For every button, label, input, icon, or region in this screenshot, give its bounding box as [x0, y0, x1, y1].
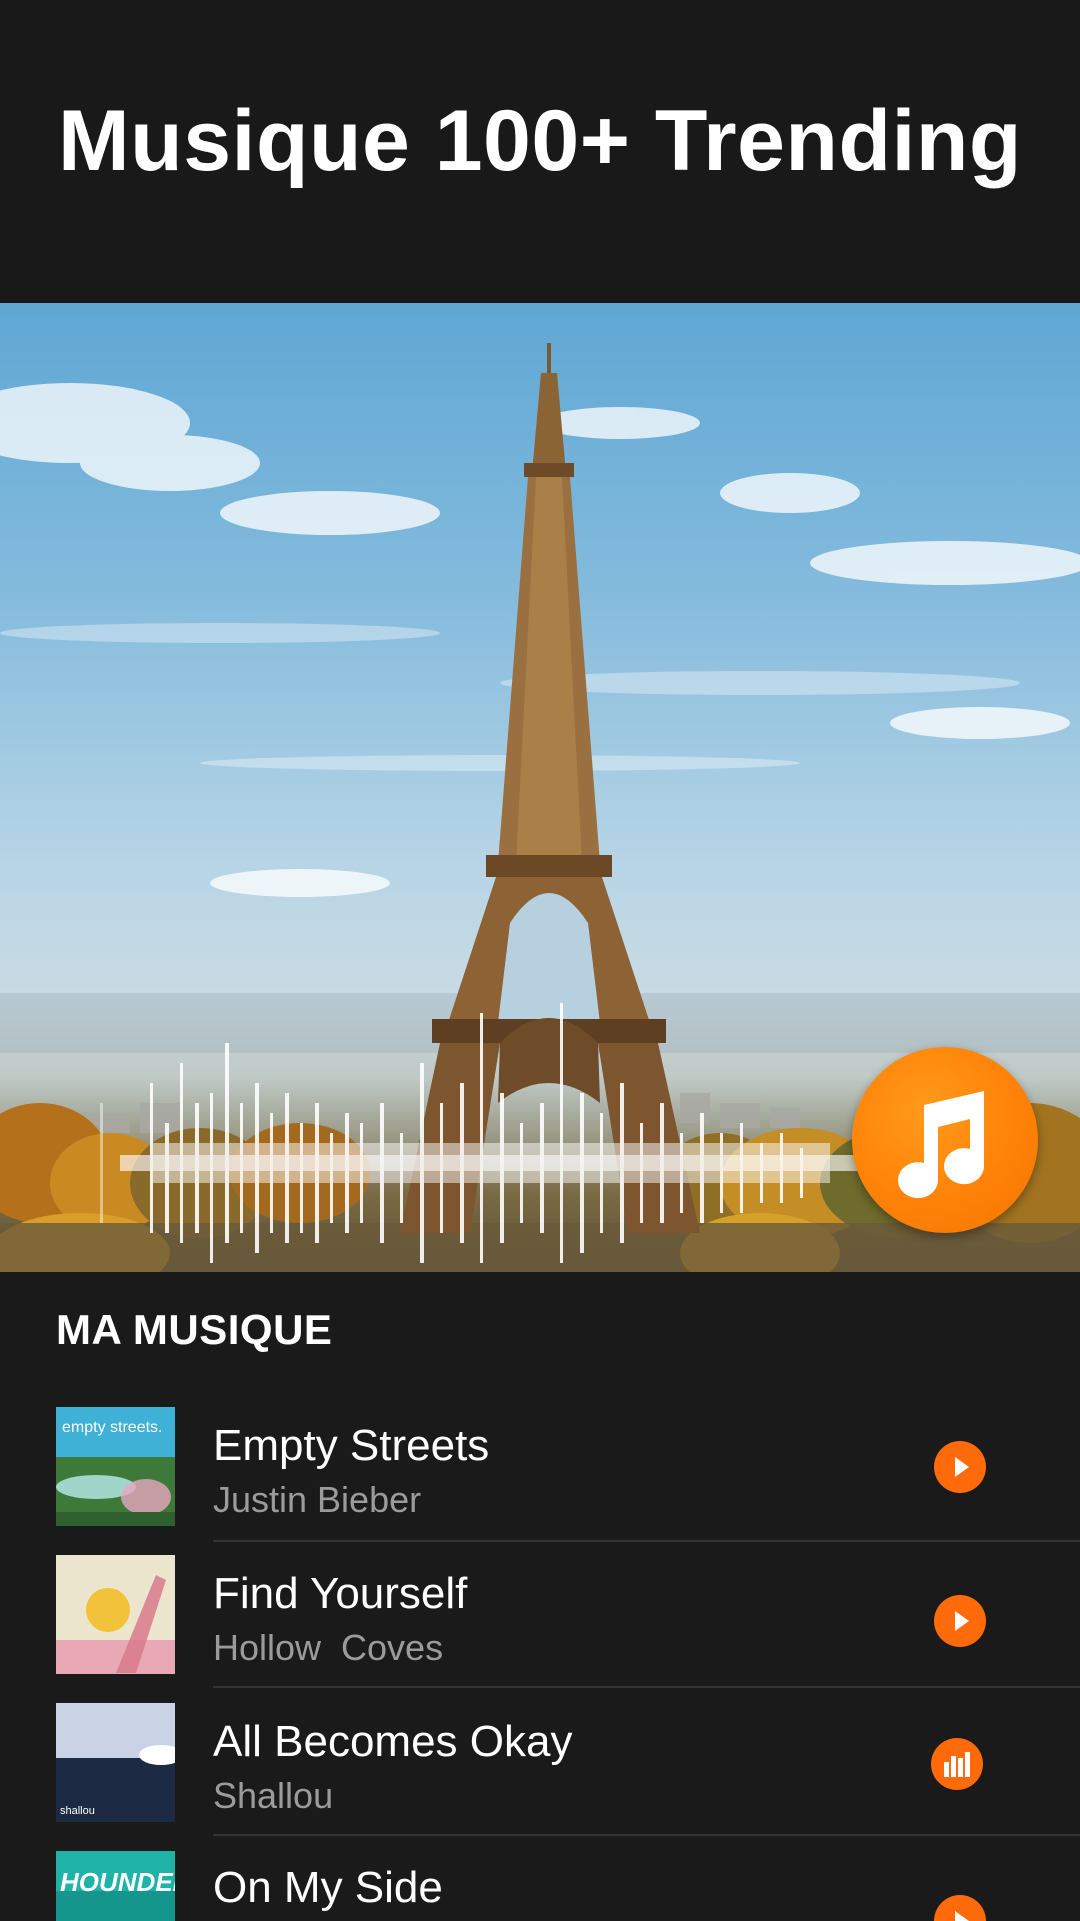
equalizer-icon: [944, 1752, 970, 1777]
music-fab-button[interactable]: [852, 1047, 1038, 1233]
play-button[interactable]: [934, 1441, 986, 1493]
play-icon: [955, 1611, 969, 1631]
album-cover: [56, 1555, 175, 1674]
album-cover: shallou: [56, 1703, 175, 1822]
track-artist: Shallou: [213, 1775, 334, 1816]
divider: [213, 1540, 1080, 1542]
page-title: Musique 100+ Trending: [58, 93, 1022, 189]
album-cover: HOUNDED: [56, 1851, 175, 1921]
header: Musique 100+ Trending: [0, 0, 1080, 303]
music-note-icon: [898, 1091, 984, 1199]
play-icon: [955, 1911, 969, 1921]
eiffel-tower: [400, 343, 700, 1233]
album-cover: empty streets.: [56, 1407, 175, 1526]
play-icon: [955, 1457, 969, 1477]
divider: [213, 1686, 1080, 1688]
track-title: All Becomes Okay: [213, 1717, 573, 1766]
track-title: Find Yourself: [213, 1569, 468, 1618]
track-row[interactable]: HOUNDED On My Side: [0, 1851, 1080, 1921]
track-title: Empty Streets: [213, 1421, 490, 1470]
track-row[interactable]: shallou All Becomes Okay Shallou: [0, 1703, 1080, 1851]
cover-text: HOUNDED: [60, 1867, 175, 1897]
play-button[interactable]: [934, 1595, 986, 1647]
track-title: On My Side: [213, 1863, 443, 1912]
track-row[interactable]: empty streets. Empty Streets Justin Bieb…: [0, 1407, 1080, 1555]
track-row[interactable]: Find Yourself Hollow Coves: [0, 1555, 1080, 1703]
app-screen: Musique 100+ Trending MA MUSIQUE empty s…: [0, 0, 1080, 1921]
play-button[interactable]: [934, 1895, 986, 1921]
now-playing-button[interactable]: [931, 1738, 983, 1790]
cover-text: empty streets.: [62, 1419, 163, 1436]
divider: [213, 1834, 1080, 1836]
cover-text: shallou: [60, 1805, 95, 1817]
section-title: MA MUSIQUE: [56, 1306, 333, 1353]
track-artist: Justin Bieber: [213, 1479, 422, 1520]
track-artist: Hollow Coves: [213, 1627, 444, 1668]
